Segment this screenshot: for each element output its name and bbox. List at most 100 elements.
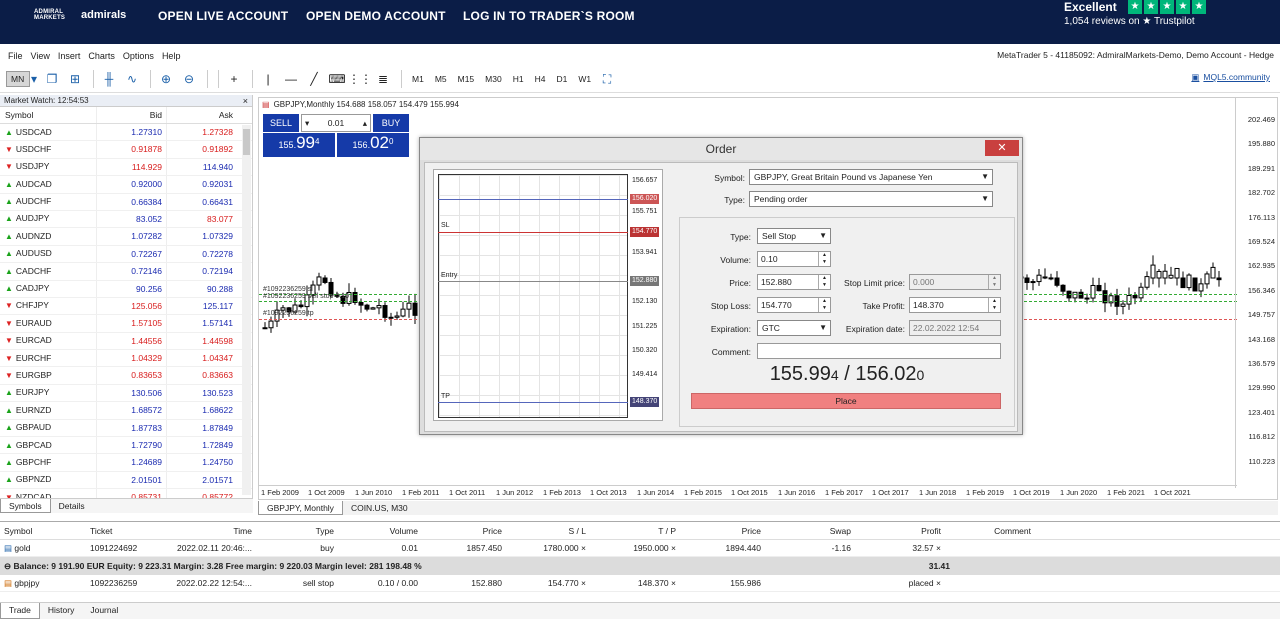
zoom-in-icon[interactable]: ⊕ [156, 69, 176, 89]
list-item[interactable]: ▲ GBPCAD 1.72790 1.72849 [0, 437, 252, 455]
candle [1042, 276, 1048, 279]
expiration-date-input[interactable]: 22.02.2022 12:54 [909, 320, 1001, 336]
market-watch-list: ▲ USDCAD 1.27310 1.27328 ▼ USDCHF 0.91878 0.918… [0, 124, 252, 507]
arrow-up-icon: ▲ [5, 284, 13, 294]
place-button[interactable]: Place [691, 393, 1001, 409]
list-item[interactable]: ▲ CADJPY 90.256 90.288 [0, 280, 252, 298]
close-icon[interactable]: × [243, 95, 248, 107]
list-item[interactable]: ▲ AUDCAD 0.92000 0.92031 [0, 176, 252, 194]
header-bid[interactable]: Bid [97, 107, 167, 123]
list-item[interactable]: ▲ AUDNZD 1.07282 1.07329 [0, 228, 252, 246]
fullscreen-icon[interactable]: ⛶ [597, 69, 617, 89]
tab-details[interactable]: Details [51, 499, 93, 513]
open-demo-account-link[interactable]: OPEN DEMO ACCOUNT [306, 9, 446, 23]
list-item[interactable]: ▲ AUDJPY 83.052 83.077 [0, 210, 252, 229]
list-item[interactable]: ▲ CADCHF 0.72146 0.72194 [0, 263, 252, 281]
tab-journal[interactable]: Journal [82, 603, 126, 619]
timeframe-d1[interactable]: D1 [551, 70, 572, 88]
candle [316, 276, 322, 286]
tab-trade[interactable]: Trade [0, 603, 40, 619]
chevron-down-icon: ▼ [981, 172, 989, 181]
vertical-line-icon[interactable]: | [258, 69, 278, 89]
list-item[interactable]: ▲ GBPCHF 1.24689 1.24750 [0, 454, 252, 472]
fibonacci-icon[interactable]: ≣ [373, 69, 393, 89]
trendline-icon[interactable]: ╱ [304, 69, 324, 89]
text-label-icon[interactable]: ⌨ [327, 69, 347, 89]
order-mode-select[interactable]: Pending order ▼ [749, 191, 993, 207]
sell-price-button[interactable]: 155.994 [263, 133, 335, 157]
open-live-account-link[interactable]: OPEN LIVE ACCOUNT [158, 9, 288, 23]
candle [358, 301, 364, 306]
list-item[interactable]: ▼ EURCAD 1.44556 1.44598 [0, 332, 252, 351]
list-item[interactable]: ▲ GBPNZD 2.01501 2.01571 [0, 471, 252, 490]
tab-symbols[interactable]: Symbols [0, 499, 51, 513]
list-item[interactable]: ▲ AUDCHF 0.66384 0.66431 [0, 193, 252, 211]
comment-input[interactable] [757, 343, 1001, 359]
list-item[interactable]: ▼ EURCHF 1.04329 1.04347 [0, 350, 252, 368]
list-item[interactable]: ▲ AUDUSD 0.72267 0.72278 [0, 245, 252, 264]
scrollbar[interactable] [242, 125, 251, 495]
stop-loss-input[interactable]: 154.770 ▲ ▼ [757, 297, 831, 313]
horizontal-line-icon[interactable]: — [281, 69, 301, 89]
volume-input[interactable]: 0.10 ▲ ▼ [757, 251, 831, 267]
table-row[interactable]: ▤ gold 1091224692 2022.02.11 20:46:... b… [0, 540, 1280, 557]
grid-icon[interactable]: ⋮⋮ [348, 69, 372, 89]
mql5-link[interactable]: ▣ MQL5.community [1191, 72, 1270, 83]
crosshair-icon[interactable]: + [224, 69, 244, 89]
menu-charts[interactable]: Charts [84, 48, 119, 64]
entry-label: Entry [441, 272, 458, 279]
candle [400, 308, 406, 317]
dropdown-icon[interactable]: ▾ [29, 69, 39, 89]
list-item[interactable]: ▲ EURNZD 1.68572 1.68622 [0, 402, 252, 420]
menu-file[interactable]: File [4, 48, 27, 64]
entry-badge: 152.880 [630, 276, 660, 286]
list-item[interactable]: ▼ EURAUD 1.57105 1.57141 [0, 315, 252, 333]
profiles-icon[interactable]: ❐ [42, 69, 62, 89]
price-input[interactable]: 152.880 ▲ ▼ [757, 274, 831, 290]
timeframe-m30[interactable]: M30 [480, 70, 507, 88]
close-button[interactable]: ✕ [985, 140, 1019, 156]
timeframe-h1[interactable]: H1 [508, 70, 529, 88]
symbol-select[interactable]: GBPJPY, Great Britain Pound vs Japanese … [749, 169, 993, 185]
market-watch-icon[interactable]: ⊞ [65, 69, 85, 89]
price-tick: 149.757 [1247, 310, 1275, 320]
list-item[interactable]: ▲ EURJPY 130.506 130.523 [0, 384, 252, 403]
header-symbol[interactable]: Symbol [0, 107, 97, 123]
line-chart-icon[interactable]: ∿ [122, 69, 142, 89]
header-ask[interactable]: Ask [167, 107, 237, 123]
timeframe-h4[interactable]: H4 [530, 70, 551, 88]
buy-button[interactable]: BUY [373, 114, 409, 132]
volume-input[interactable]: ▾ 0.01 ▴ [301, 114, 371, 132]
candle [1060, 284, 1066, 292]
list-item[interactable]: ▼ USDCHF 0.91878 0.91892 [0, 141, 252, 159]
timeframe-m15[interactable]: M15 [453, 70, 480, 88]
list-item[interactable]: ▼ EURGBP 0.83653 0.83663 [0, 367, 252, 385]
timeframe-w1[interactable]: W1 [573, 70, 596, 88]
timeframe-mn[interactable]: MN [6, 71, 31, 87]
take-profit-input[interactable]: 148.370 ▲ ▼ [909, 297, 1001, 313]
tab-coin-m30[interactable]: COIN.US, M30 [343, 501, 416, 515]
list-item[interactable]: ▲ USDCAD 1.27310 1.27328 [0, 124, 252, 142]
expiration-select[interactable]: GTC ▼ [757, 320, 831, 336]
list-item[interactable]: ▼ USDJPY 114.929 114.940 [0, 158, 252, 177]
sell-button[interactable]: SELL [263, 114, 299, 132]
menu-insert[interactable]: Insert [54, 48, 85, 64]
tab-history[interactable]: History [40, 603, 82, 619]
timeframe-m1[interactable]: M1 [407, 70, 429, 88]
admirals-logo[interactable]: ADMIRAL MARKETS admirals [34, 9, 126, 21]
trustpilot-widget[interactable]: Excellent ★ ★ ★ ★ ★ 1,054 reviews on ★ Trust… [1064, 0, 1206, 30]
menu-view[interactable]: View [27, 48, 54, 64]
login-traders-room-link[interactable]: LOG IN TO TRADER`S ROOM [463, 9, 635, 23]
order-type-select[interactable]: Sell Stop ▼ [757, 228, 831, 244]
bar-chart-icon[interactable]: ╫ [99, 69, 119, 89]
menu-options[interactable]: Options [119, 48, 158, 64]
list-item[interactable]: ▼ CHFJPY 125.056 125.117 [0, 297, 252, 316]
zoom-out-icon[interactable]: ⊖ [179, 69, 199, 89]
stop-limit-input[interactable]: 0.000 ▲ ▼ [909, 274, 1001, 290]
table-row[interactable]: ▤ gbpjpy 1092236259 2022.02.22 12:54:...… [0, 575, 1280, 592]
menu-help[interactable]: Help [158, 48, 185, 64]
timeframe-m5[interactable]: M5 [430, 70, 452, 88]
list-item[interactable]: ▲ GBPAUD 1.87783 1.87849 [0, 419, 252, 438]
tab-gbpjpy-monthly[interactable]: GBPJPY, Monthly [258, 501, 343, 515]
buy-price-button[interactable]: 156.020 [337, 133, 409, 157]
